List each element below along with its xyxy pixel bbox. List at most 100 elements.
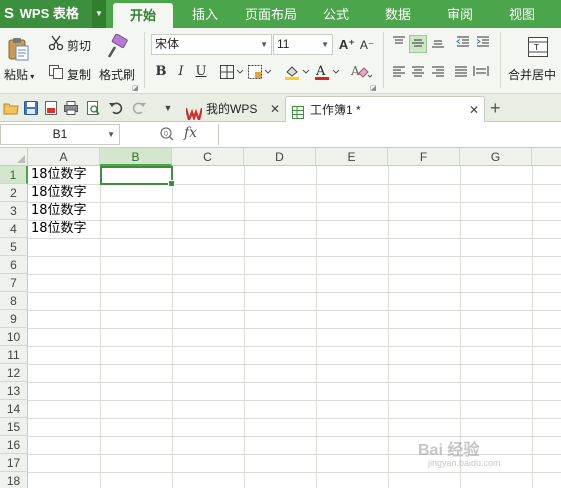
row-header-1[interactable]: 1 [0, 166, 28, 184]
save-icon[interactable] [23, 100, 39, 116]
column-header-b[interactable]: B [100, 148, 172, 166]
tab-home[interactable]: 开始 [113, 3, 173, 28]
gridline [28, 256, 561, 257]
underline-button[interactable]: U [192, 63, 210, 81]
column-header-e[interactable]: E [316, 148, 388, 166]
cell-fill-pattern-icon[interactable] [247, 64, 273, 83]
font-name-select[interactable]: 宋体 ▼ [151, 34, 272, 55]
align-right-button[interactable] [429, 64, 447, 82]
tab-my-wps[interactable]: 我的WPS ✕ [182, 96, 282, 124]
app-dropdown-arrow-icon[interactable]: ▼ [92, 0, 106, 28]
new-tab-button[interactable]: + [490, 96, 501, 120]
column-header-g[interactable]: G [460, 148, 532, 166]
row-header-12[interactable]: 12 [0, 364, 28, 382]
gridline [28, 472, 561, 473]
row-header-17[interactable]: 17 [0, 454, 28, 472]
zoom-search-icon[interactable]: Q [159, 126, 175, 145]
export-pdf-icon[interactable] [43, 100, 59, 116]
column-header-a[interactable]: A [28, 148, 100, 166]
active-cell-b1[interactable] [100, 166, 175, 187]
row-header-11[interactable]: 11 [0, 346, 28, 364]
tab-view[interactable]: 视图 [500, 0, 544, 28]
font-size-select[interactable]: 11 ▼ [273, 34, 333, 55]
scissors-icon[interactable] [48, 35, 64, 54]
borders-icon[interactable] [219, 64, 245, 83]
font-group-launcher-icon[interactable]: ◪ [370, 84, 377, 92]
paste-button[interactable]: 粘贴 ▾ [4, 66, 34, 83]
justify-button[interactable] [452, 64, 470, 82]
clear-format-icon[interactable]: A [350, 63, 374, 84]
grow-font-button[interactable]: A⁺ [338, 36, 356, 54]
insert-function-button[interactable]: fx [184, 125, 197, 141]
customize-toolbar-chevron-icon[interactable]: ▼ [160, 100, 176, 116]
select-all-button[interactable] [0, 148, 28, 166]
close-tab-icon[interactable]: ✕ [469, 97, 479, 123]
row-header-2[interactable]: 2 [0, 184, 28, 202]
name-box[interactable]: B1 ▼ [0, 124, 120, 145]
cell-a2[interactable]: 18位数字 [29, 184, 87, 202]
row-header-7[interactable]: 7 [0, 274, 28, 292]
align-center-button[interactable] [409, 64, 427, 82]
print-icon[interactable] [63, 100, 79, 116]
cut-button[interactable]: 剪切 [67, 37, 91, 54]
column-header-d[interactable]: D [244, 148, 316, 166]
row-header-14[interactable]: 14 [0, 400, 28, 418]
distributed-align-button[interactable] [472, 64, 490, 82]
merge-center-icon[interactable]: T [527, 36, 549, 61]
clipboard-group-launcher-icon[interactable]: ◪ [132, 84, 139, 92]
tab-page-layout[interactable]: 页面布局 [237, 0, 305, 28]
row-header-10[interactable]: 10 [0, 328, 28, 346]
bold-button[interactable]: B [152, 63, 170, 81]
align-left-button[interactable] [390, 64, 408, 82]
column-header-f[interactable]: F [388, 148, 460, 166]
close-tab-icon[interactable]: ✕ [270, 96, 280, 122]
row-header-5[interactable]: 5 [0, 238, 28, 256]
cell-a1[interactable]: 18位数字 [29, 166, 87, 184]
fill-color-icon[interactable] [283, 63, 311, 84]
format-painter-icon[interactable] [104, 33, 130, 63]
column-header-c[interactable]: C [172, 148, 244, 166]
formula-input[interactable] [218, 124, 561, 145]
copy-icon[interactable] [48, 64, 64, 83]
shrink-font-button[interactable]: A⁻ [358, 36, 376, 54]
row-header-13[interactable]: 13 [0, 382, 28, 400]
tab-review[interactable]: 审阅 [438, 0, 482, 28]
app-menu-button[interactable]: S WPS 表格 [0, 0, 92, 28]
paste-icon[interactable] [6, 36, 32, 65]
row-header-4[interactable]: 4 [0, 220, 28, 238]
tab-insert[interactable]: 插入 [183, 0, 227, 28]
align-top-button[interactable] [390, 35, 408, 53]
decrease-indent-button[interactable] [454, 35, 472, 53]
copy-button[interactable]: 复制 [67, 66, 91, 83]
tab-formulas[interactable]: 公式 [314, 0, 358, 28]
ribbon: 粘贴 ▾ 剪切 复制 格式刷 ◪ 宋体 ▼ 11 ▼ A⁺ A⁻ B I U A… [0, 28, 561, 94]
cell-a3[interactable]: 18位数字 [29, 202, 87, 220]
row-header-9[interactable]: 9 [0, 310, 28, 328]
row-header-16[interactable]: 16 [0, 436, 28, 454]
align-middle-icon [412, 39, 424, 47]
distributed-align-icon [473, 66, 489, 76]
font-color-icon[interactable]: A [313, 63, 341, 84]
print-preview-icon[interactable] [85, 100, 101, 116]
column-header-h[interactable] [532, 148, 561, 166]
open-folder-icon[interactable] [3, 100, 19, 116]
align-middle-button[interactable] [409, 35, 427, 53]
name-box-value: B1 [52, 127, 68, 141]
cell-a4[interactable]: 18位数字 [29, 220, 87, 238]
tab-data[interactable]: 数据 [376, 0, 420, 28]
undo-icon[interactable] [108, 100, 124, 116]
row-header-18[interactable]: 18 [0, 472, 28, 488]
italic-button[interactable]: I [172, 63, 190, 81]
merge-center-button[interactable]: 合并居中 [508, 66, 556, 83]
row-header-6[interactable]: 6 [0, 256, 28, 274]
row-header-15[interactable]: 15 [0, 418, 28, 436]
increase-indent-button[interactable] [474, 35, 492, 53]
align-bottom-button[interactable] [429, 35, 447, 53]
tab-workbook1[interactable]: 工作簿1 * ✕ [285, 96, 485, 122]
row-header-8[interactable]: 8 [0, 292, 28, 310]
gridline [172, 166, 173, 488]
format-painter-button[interactable]: 格式刷 [99, 66, 135, 83]
redo-icon[interactable] [131, 100, 147, 116]
row-header-3[interactable]: 3 [0, 202, 28, 220]
gridline [28, 364, 561, 365]
